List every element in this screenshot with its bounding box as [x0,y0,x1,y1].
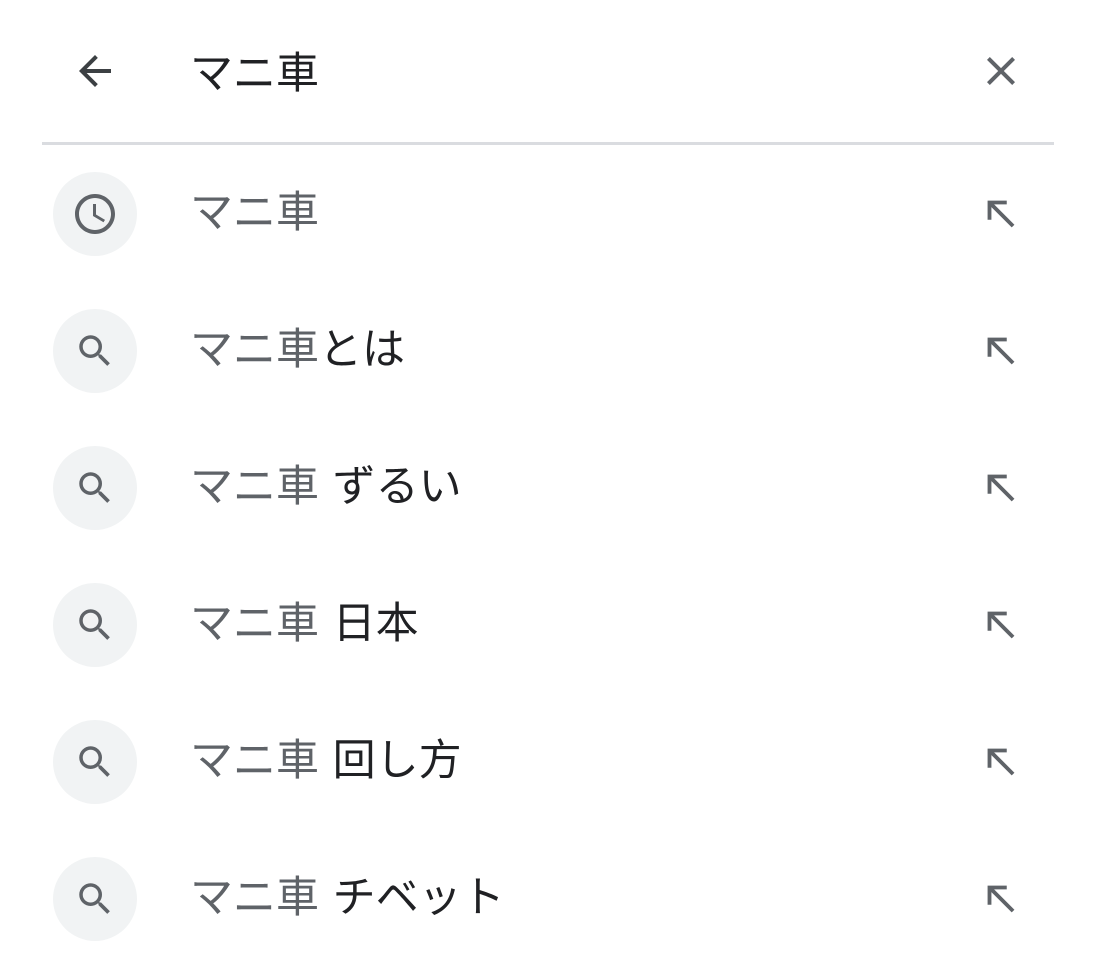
clear-button[interactable] [970,40,1032,102]
history-clock-icon [75,194,115,234]
close-icon [987,57,1015,85]
suggestion-text: マニ車 [190,178,319,248]
search-icon [79,883,110,914]
fill-query-button[interactable] [968,181,1034,247]
fill-query-button[interactable] [968,866,1034,932]
back-button[interactable] [64,40,126,102]
arrow-up-left-icon [987,611,1015,639]
suggestion-icon-badge [53,172,137,256]
suggestion-row[interactable]: マニ車 日本 [0,556,1096,693]
suggestion-prefix: マニ車 [190,736,319,786]
search-bar [0,0,1096,142]
arrow-up-left-icon [987,337,1015,365]
arrow-up-left-icon [987,885,1015,913]
search-icon [79,746,110,777]
suggestion-prefix: マニ車 [190,873,319,923]
fill-query-button[interactable] [968,318,1034,384]
search-icon [79,609,110,640]
suggestion-icon-badge [53,446,137,530]
suggestion-icon-badge [53,583,137,667]
suggestion-suffix: チベット [319,873,505,923]
suggestion-row[interactable]: マニ車 ずるい [0,419,1096,556]
arrow-up-left-icon [987,748,1015,776]
search-icon [79,472,110,503]
suggestion-suffix: ずるい [319,462,462,512]
suggestion-text: マニ車 ずるい [190,452,462,522]
arrow-up-left-icon [987,474,1015,502]
suggestion-text: マニ車 日本 [190,589,419,659]
suggestion-icon-badge [53,720,137,804]
suggestion-row[interactable]: マニ車とは [0,282,1096,419]
fill-query-button[interactable] [968,455,1034,521]
suggestion-suffix: 回し方 [319,736,462,786]
suggestion-text: マニ車とは [190,315,405,385]
arrow-back-icon [79,55,111,87]
search-icon [79,335,110,366]
suggestion-row[interactable]: マニ車 [0,145,1096,282]
fill-query-button[interactable] [968,729,1034,795]
search-input[interactable] [190,38,930,102]
suggestion-suffix: とは [319,325,405,375]
suggestion-text: マニ車 回し方 [190,726,462,796]
suggestion-icon-badge [53,857,137,941]
suggestion-icon-badge [53,309,137,393]
suggestion-text: マニ車 チベット [190,863,505,933]
suggestion-prefix: マニ車 [190,462,319,512]
suggestion-prefix: マニ車 [190,188,319,238]
suggestion-suffix: 日本 [319,599,419,649]
fill-query-button[interactable] [968,592,1034,658]
suggestion-row[interactable]: マニ車 チベット [0,830,1096,967]
arrow-up-left-icon [987,200,1015,228]
suggestion-row[interactable]: マニ車 回し方 [0,693,1096,830]
suggestion-prefix: マニ車 [190,325,319,375]
suggestion-prefix: マニ車 [190,599,319,649]
